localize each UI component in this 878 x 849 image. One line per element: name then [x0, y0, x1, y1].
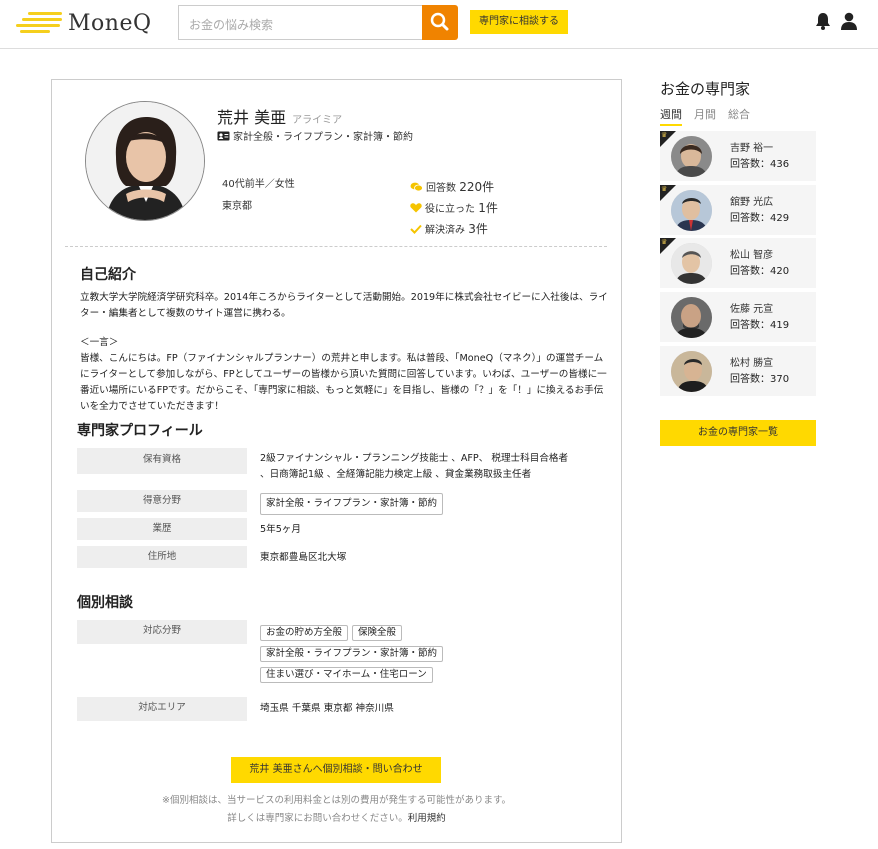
bell-icon[interactable]	[815, 12, 831, 30]
consult-tag[interactable]: 保険全般	[352, 625, 403, 641]
consult-area-label: 対応分野	[77, 620, 247, 644]
expert-age-gender: 40代前半／女性	[222, 179, 295, 190]
expert-category-text: 家計全般・ライフプラン・家計簿・節約	[233, 132, 413, 143]
ranking-item[interactable]: 松村 勝宣 回答数：370	[660, 346, 816, 396]
search-button[interactable]	[422, 5, 458, 40]
stat-helpful: 役に立った 1件	[410, 199, 498, 216]
ranking-count: 回答数：419	[730, 320, 790, 331]
address-value: 東京都豊島区北大塚	[260, 552, 347, 563]
tab-weekly[interactable]: 週間	[660, 106, 682, 126]
specialty-label: 得意分野	[77, 490, 247, 512]
qualifications-label: 保有資格	[77, 448, 247, 474]
ranking-name: 松村 勝宣	[730, 358, 774, 369]
expert-name: 荒井 美亜 アライミア	[217, 104, 342, 128]
crown-icon: ♛	[661, 131, 668, 139]
consult-note-2: 詳しくは専門家にお問い合わせください。利用規約	[52, 810, 621, 824]
consult-expert-button[interactable]: 専門家に相談する	[470, 10, 568, 34]
qualifications-line-1: 2級ファイナンシャル・プランニング技能士 、AFP、 税理士科目合格者	[260, 453, 569, 464]
career-value: 5年5ヶ月	[260, 524, 301, 535]
consult-tag[interactable]: お金の貯め方全般	[260, 625, 349, 641]
ranking-count: 回答数：436	[730, 159, 790, 170]
stat-helpful-value: 1件	[478, 201, 498, 215]
ranking-avatar	[671, 243, 712, 284]
ranking-count: 回答数：370	[730, 374, 790, 385]
expert-avatar	[85, 101, 205, 221]
ranking-item[interactable]: ♛ 吉野 裕一 回答数：436	[660, 131, 816, 181]
consult-tag[interactable]: 家計全般・ライフプラン・家計簿・節約	[260, 646, 444, 662]
intro-title: 自己紹介	[80, 267, 136, 283]
search-input[interactable]: お金の悩み検索	[178, 5, 422, 40]
stat-answers-value: 220件	[459, 180, 495, 194]
consult-region-value: 埼玉県 千葉県 東京都 神奈川県	[260, 703, 394, 714]
logo-text: MoneQ	[68, 11, 152, 36]
intro-paragraph-2: 皆様、こんにちは。FP（ファイナンシャルプランナー）の荒井と申します。私は普段、…	[80, 353, 607, 412]
career-label: 業歴	[77, 518, 247, 540]
stat-answers-label: 回答数	[426, 183, 456, 194]
sidebar-title: お金の専門家	[660, 80, 751, 98]
search-icon	[430, 12, 449, 31]
ranking-item[interactable]: ♛ 舘野 光広 回答数：429	[660, 185, 816, 235]
site-header: MoneQ お金の悩み検索 専門家に相談する	[0, 0, 878, 49]
ranking-item[interactable]: 佐藤 元宣 回答数：419	[660, 292, 816, 342]
logo-mark	[16, 12, 64, 38]
ranking-item[interactable]: ♛ 松山 智彦 回答数：420	[660, 238, 816, 288]
tab-overall[interactable]: 総合	[728, 106, 750, 122]
ranking-name: 舘野 光広	[730, 197, 774, 208]
expert-profile-title: 専門家プロフィール	[77, 423, 203, 439]
intro-paragraph-1: 立教大学大学院経済学研究科卒。2014年ころからライターとして活動開始。2019…	[80, 292, 608, 319]
expert-location: 東京都	[222, 201, 252, 212]
check-icon	[410, 224, 422, 234]
expert-profile-card: 荒井 美亜 アライミア 家計全般・ライフプラン・家計簿・節約 40代前半／女性 東…	[51, 79, 622, 843]
stat-helpful-label: 役に立った	[425, 204, 475, 215]
ranking-name: 吉野 裕一	[730, 143, 774, 154]
intro-comment-heading: ＜一言＞	[80, 337, 119, 348]
heart-icon	[410, 203, 422, 213]
terms-link[interactable]: 利用規約	[408, 813, 446, 824]
ranking-name: 松山 智彦	[730, 250, 774, 261]
user-icon[interactable]	[841, 12, 857, 30]
ranking-avatar	[671, 297, 712, 338]
chat-icon	[410, 182, 423, 192]
consult-note-2-text: 詳しくは専門家にお問い合わせください。	[227, 813, 408, 824]
stat-solved-label: 解決済み	[425, 225, 465, 236]
qualifications-line-2: 、日商簿記1級 、全経簿記能力検定上級 、貸金業務取扱主任者	[260, 469, 532, 480]
expert-kana: アライミア	[292, 115, 343, 126]
ranking-avatar	[671, 190, 712, 231]
specialty-tag[interactable]: 家計全般・ライフプラン・家計簿・節約	[260, 493, 444, 515]
ranking-name: 佐藤 元宣	[730, 304, 774, 315]
ranking-avatar	[671, 351, 712, 392]
stat-solved: 解決済み 3件	[410, 220, 488, 237]
consult-tag[interactable]: 住まい選び・マイホーム・住宅ローン	[260, 667, 433, 683]
site-logo[interactable]: MoneQ	[16, 8, 156, 40]
consult-region-label: 対応エリア	[77, 697, 247, 721]
ranking-avatar	[671, 136, 712, 177]
ranking-count: 回答数：420	[730, 266, 790, 277]
stat-solved-value: 3件	[468, 222, 488, 236]
crown-icon: ♛	[661, 238, 668, 246]
consultation-title: 個別相談	[77, 595, 133, 611]
address-label: 住所地	[77, 546, 247, 568]
id-card-icon	[217, 131, 230, 141]
tab-monthly[interactable]: 月間	[694, 106, 716, 122]
specialty-value: 家計全般・ライフプラン・家計簿・節約	[260, 493, 447, 515]
expert-name-text: 荒井 美亜	[217, 108, 287, 127]
expert-list-button[interactable]: お金の専門家一覧	[660, 420, 816, 446]
qualifications-value: 2級ファイナンシャル・プランニング技能士 、AFP、 税理士科目合格者 、日商簿…	[260, 451, 568, 483]
ranking-count: 回答数：429	[730, 213, 790, 224]
consult-inquiry-button[interactable]: 荒井 美亜さんへ個別相談・問い合わせ	[231, 757, 441, 783]
consult-area-tags: お金の貯め方全般 保険全般 家計全般・ライフプラン・家計簿・節約 住まい選び・マイ…	[260, 625, 480, 683]
expert-category: 家計全般・ライフプラン・家計簿・節約	[217, 128, 413, 143]
stat-answers: 回答数 220件	[410, 178, 494, 195]
crown-icon: ♛	[661, 185, 668, 193]
consult-note-1: ※個別相談は、当サービスの利用料金とは別の費用が発生する可能性があります。	[161, 795, 511, 806]
profile-divider	[65, 246, 607, 247]
